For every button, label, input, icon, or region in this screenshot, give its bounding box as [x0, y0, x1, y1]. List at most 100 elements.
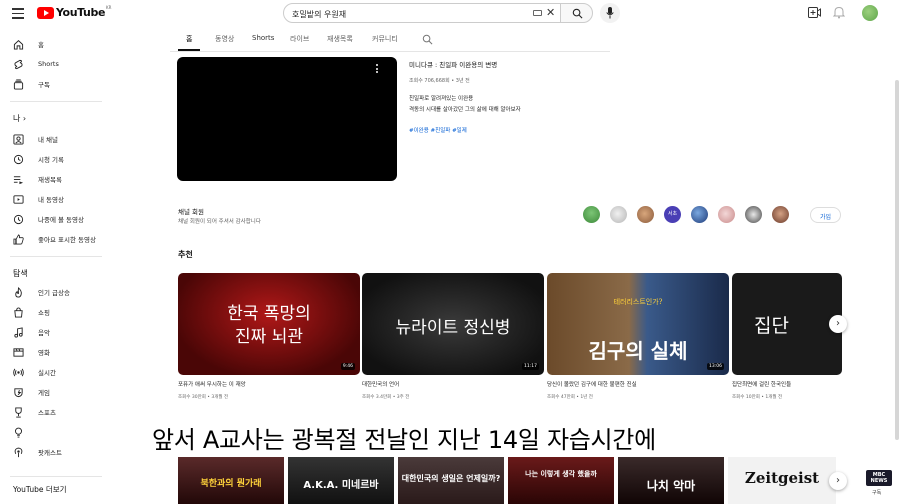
sidebar-item-label: 홈: [38, 41, 44, 49]
sports-icon: [15, 406, 22, 418]
tab-videos[interactable]: 동영상: [215, 34, 234, 44]
sidebar-item-liked-videos[interactable]: 좋아요 표시한 동영상: [0, 231, 108, 247]
sidebar-item-music[interactable]: 음악: [0, 324, 108, 340]
notifications-bell-icon[interactable]: [833, 6, 845, 19]
youtube-logo[interactable]: YouTube KR: [37, 5, 112, 19]
search-input[interactable]: 호밀밭의 우원재: [283, 3, 561, 23]
tab-home[interactable]: 홈: [186, 34, 192, 44]
thumbnail-text: 나는 이렇게 생각 했을까: [525, 470, 597, 478]
sidebar-you-heading[interactable]: 나 ›: [13, 113, 26, 124]
member-avatar[interactable]: [691, 206, 708, 223]
member-avatar[interactable]: [583, 206, 600, 223]
sidebar-item-my-channel[interactable]: 내 채널: [0, 131, 108, 147]
thumbnail-text: A.K.A. 미네르바: [303, 480, 379, 491]
member-avatar[interactable]: [610, 206, 627, 223]
tab-live[interactable]: 라이브: [290, 34, 309, 44]
chevron-right-icon: ›: [22, 114, 27, 123]
news-caption-subtitle: 앞서 A교사는 광복절 전날인 지난 14일 자습시간에: [152, 426, 656, 454]
tab-playlists[interactable]: 재생목록: [327, 34, 353, 44]
thumbnail-text: Zeitgeist: [744, 469, 820, 487]
video-card-thumbnail[interactable]: 한국 폭망의 진짜 뇌관 9:46: [178, 273, 360, 375]
sidebar-item-label: 좋아요 표시한 동영상: [38, 236, 96, 244]
member-avatar[interactable]: [772, 206, 789, 223]
sidebar-item-label: 게임: [38, 389, 50, 397]
video-card-title[interactable]: 당신이 몰랐던 김구에 대한 불편한 진실: [547, 380, 637, 388]
featured-video-title[interactable]: 미니다큐 : 친일파 이완용의 변명: [409, 59, 497, 69]
sidebar-item-podcasts[interactable]: 팟캐스트: [0, 444, 108, 460]
video-card-thumbnail[interactable]: Zeitgeist: [728, 457, 836, 504]
video-card-thumbnail[interactable]: 뉴라이트 정신병 11:17: [362, 273, 544, 375]
thumbnail-text: 뉴라이트 정신병: [395, 318, 511, 338]
video-card-thumbnail[interactable]: 대한민국의 생일은 언제일까?: [398, 457, 504, 504]
clear-search-icon[interactable]: ✕: [546, 6, 555, 19]
sidebar-item-home[interactable]: 홈: [0, 36, 108, 52]
tab-community[interactable]: 커뮤니티: [372, 34, 398, 44]
video-duration: 9:46: [340, 363, 355, 370]
carousel-next-button[interactable]: ›: [829, 472, 847, 490]
sidebar-item-label: Shorts: [38, 60, 59, 68]
history-icon: [13, 154, 24, 164]
video-card-title[interactable]: 집단최면에 걸린 한국인들: [732, 380, 791, 388]
sidebar-item-gaming[interactable]: 게임: [0, 384, 108, 400]
home-icon: [13, 39, 24, 50]
sidebar-item-learning[interactable]: [0, 424, 108, 440]
sidebar-item-label: 팟캐스트: [38, 449, 62, 457]
sidebar-item-movies[interactable]: 영화: [0, 344, 108, 360]
sidebar-item-history[interactable]: 시청 기록: [0, 151, 108, 167]
shopping-icon: [14, 306, 23, 318]
video-card-title[interactable]: 대한민국의 언어: [362, 380, 399, 388]
voice-search-button[interactable]: [600, 3, 620, 23]
logo-region: KR: [106, 5, 112, 10]
sidebar-explore-heading: 탐색: [13, 269, 28, 278]
search-button[interactable]: [560, 3, 593, 23]
join-button[interactable]: 가입: [810, 207, 841, 223]
featured-video-player[interactable]: [177, 57, 397, 181]
sidebar-item-label: 쇼핑: [38, 309, 50, 317]
video-card-thumbnail[interactable]: 테러리스트인가? 김구의 실체 13:06: [547, 273, 729, 375]
page-scrollbar[interactable]: [895, 80, 899, 440]
video-card-meta: 조회수 47만회 • 1년 전: [547, 395, 593, 400]
watch-later-icon: [13, 214, 24, 224]
thumbnail-text: 김구의 실체: [588, 339, 688, 363]
sidebar-item-live[interactable]: 실시간: [0, 364, 108, 380]
sidebar-item-trending[interactable]: 인기 급상승: [0, 284, 108, 300]
menu-icon[interactable]: [12, 8, 24, 19]
member-avatar[interactable]: 서초: [664, 206, 681, 223]
featured-video-hashtags[interactable]: #이완용 #친일파 #일제: [409, 126, 467, 134]
sidebar-item-label: 인기 급상승: [38, 289, 70, 297]
sidebar-item-watch-later[interactable]: 나중에 볼 동영상: [0, 211, 108, 227]
sidebar-item-my-videos[interactable]: 내 동영상: [0, 191, 108, 207]
learning-icon: [15, 427, 22, 438]
youtube-logo-icon: [37, 6, 54, 19]
video-card-thumbnail[interactable]: 나치 악마: [618, 457, 724, 504]
video-duration: 11:17: [522, 363, 539, 370]
sidebar-item-shopping[interactable]: 쇼핑: [0, 304, 108, 320]
video-card-thumbnail[interactable]: A.K.A. 미네르바: [288, 457, 394, 504]
account-avatar[interactable]: [862, 5, 878, 21]
shorts-icon: [14, 59, 23, 69]
music-icon: [14, 326, 23, 338]
video-card-thumbnail[interactable]: 북한과의 뭔가래: [178, 457, 284, 504]
sidebar-divider: [10, 256, 102, 257]
sidebar-divider: [10, 476, 102, 477]
create-video-icon[interactable]: [808, 7, 821, 18]
member-avatar[interactable]: [718, 206, 735, 223]
sidebar-item-label: 영화: [38, 349, 50, 357]
microphone-icon: [606, 7, 614, 19]
video-duration: 13:06: [707, 363, 724, 370]
more-options-icon[interactable]: [376, 64, 379, 75]
channel-search-icon[interactable]: [422, 34, 433, 45]
carousel-next-button[interactable]: ›: [829, 315, 847, 333]
member-avatar[interactable]: [745, 206, 762, 223]
sidebar-item-sports[interactable]: 스포츠: [0, 404, 108, 420]
sidebar-item-playlists[interactable]: 재생목록: [0, 171, 108, 187]
member-avatar[interactable]: [637, 206, 654, 223]
tab-shorts[interactable]: Shorts: [252, 34, 274, 42]
sidebar-item-shorts[interactable]: Shorts: [0, 56, 108, 72]
sidebar-item-subscriptions[interactable]: 구독: [0, 76, 108, 92]
thumbnail-text: 테러리스트인가?: [613, 298, 663, 306]
video-card-thumbnail[interactable]: 집단: [732, 273, 842, 375]
video-card-title[interactable]: 포퓨가 애써 무시하는 이 재앙: [178, 380, 246, 388]
keyboard-icon[interactable]: [533, 10, 542, 16]
video-card-thumbnail[interactable]: 나는 이렇게 생각 했을까: [508, 457, 614, 504]
